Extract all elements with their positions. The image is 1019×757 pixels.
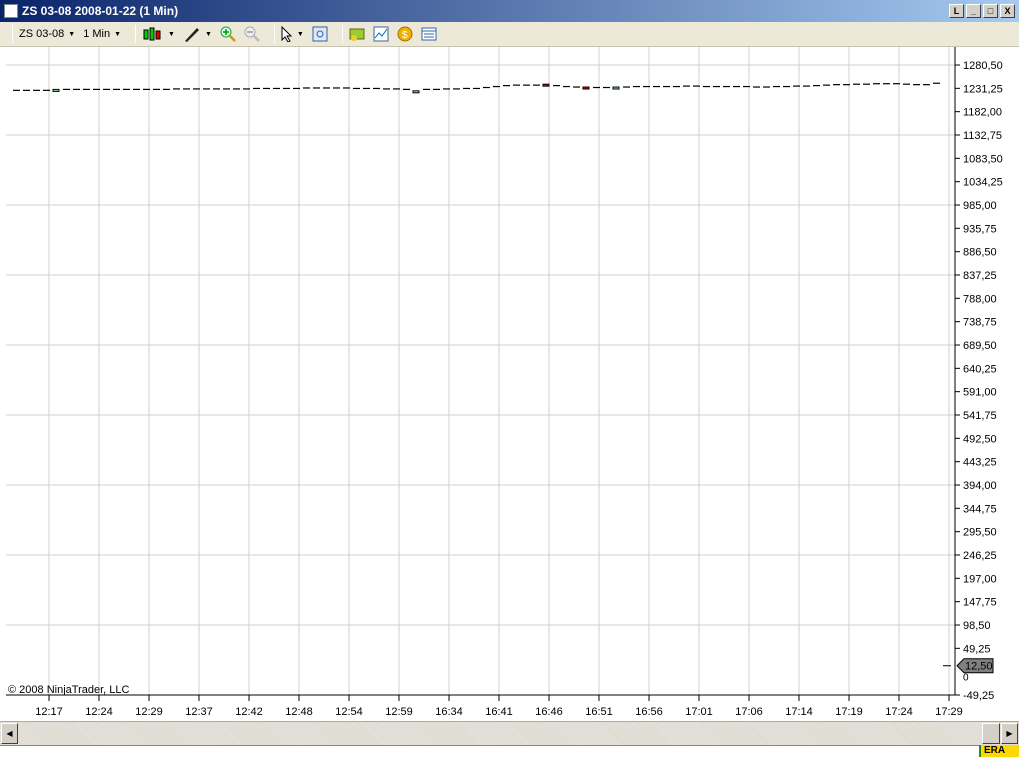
y-tick-label: 0 — [963, 673, 969, 684]
y-tick-label: 1280,50 — [963, 60, 1003, 72]
x-tick-label: 12:29 — [135, 706, 163, 718]
chevron-down-icon: ▼ — [68, 30, 76, 38]
window-title: ZS 03-08 2008-01-22 (1 Min) — [22, 4, 179, 18]
y-tick-label: 591,00 — [963, 387, 997, 399]
properties-icon[interactable] — [421, 26, 437, 42]
x-tick-label: 16:46 — [535, 706, 563, 718]
chart-app-icon — [4, 4, 18, 18]
y-tick-label: 147,75 — [963, 597, 997, 609]
y-tick-label: 1182,00 — [963, 107, 1002, 119]
x-tick-label: 12:37 — [185, 706, 213, 718]
bottom-strip — [0, 745, 1019, 757]
x-tick-label: 12:24 — [85, 706, 113, 718]
y-tick-label: 295,50 — [963, 527, 997, 539]
link-button[interactable]: L — [949, 4, 964, 18]
scroll-left-button[interactable]: ◀ — [1, 723, 18, 744]
y-tick-label: 1083,50 — [963, 153, 1003, 165]
minimize-button[interactable]: _ — [966, 4, 981, 18]
interval-label: 1 Min — [83, 28, 111, 40]
orders-icon[interactable]: $ — [397, 26, 413, 42]
title-bar: ZS 03-08 2008-01-22 (1 Min) L _ □ X — [0, 0, 1019, 22]
x-tick-label: 16:41 — [485, 706, 513, 718]
y-tick-label: 640,25 — [963, 363, 997, 375]
y-tick-label: 49,25 — [963, 643, 991, 655]
x-tick-label: 12:54 — [335, 706, 363, 718]
candle — [612, 86, 620, 90]
candle — [412, 90, 420, 94]
toolbar-grip[interactable] — [12, 25, 13, 43]
y-tick-label: 1034,25 — [963, 177, 1003, 189]
y-tick-label: -49,25 — [963, 690, 994, 702]
chart-toolbar: ZS 03-08 ▼ 1 Min ▼ ▼ ▼ ▼ $ — [0, 22, 1019, 47]
x-tick-label: 16:51 — [585, 706, 613, 718]
chevron-down-icon: ▼ — [114, 30, 122, 38]
y-tick-label: 788,00 — [963, 293, 997, 305]
interval-selector[interactable]: 1 Min ▼ — [83, 24, 121, 44]
y-tick-label: 98,50 — [963, 620, 991, 632]
candle — [542, 83, 550, 87]
y-tick-label: 443,25 — [963, 457, 997, 469]
x-tick-label: 12:17 — [35, 706, 63, 718]
x-tick-label: 17:19 — [835, 706, 863, 718]
y-tick-label: 1231,25 — [963, 83, 1003, 95]
close-button[interactable]: X — [1000, 4, 1015, 18]
y-tick-label: 985,00 — [963, 200, 997, 212]
x-tick-label: 12:42 — [235, 706, 263, 718]
pointer-icon — [281, 26, 293, 42]
x-tick-label: 16:34 — [435, 706, 463, 718]
drawing-tool-icon — [184, 28, 199, 42]
x-tick-label: 16:56 — [635, 706, 663, 718]
instrument-selector[interactable]: ZS 03-08 ▼ — [19, 24, 75, 44]
y-tick-label: 886,50 — [963, 247, 997, 259]
pointer-button[interactable]: ▼ — [281, 24, 304, 44]
x-tick-label: 17:01 — [685, 706, 713, 718]
y-tick-label: 935,75 — [963, 223, 997, 235]
y-tick-label: 738,75 — [963, 317, 997, 329]
y-tick-label: 689,50 — [963, 340, 997, 352]
price-chart[interactable]: 1280,50 1231,25 1182,00 1132,75 1083,50 1034,… — [0, 47, 1019, 721]
y-tick-label: 197,00 — [963, 573, 997, 585]
y-tick-label: 1132,75 — [963, 130, 1002, 142]
indicators-icon[interactable] — [349, 26, 365, 42]
y-tick-label: 344,75 — [963, 503, 997, 515]
x-tick-label: 17:29 — [935, 706, 963, 718]
zoom-out-icon[interactable] — [244, 26, 260, 42]
scroll-thumb[interactable] — [982, 723, 1000, 744]
y-tick-label: 246,25 — [963, 550, 997, 562]
drawing-tool-button[interactable]: ▼ — [183, 24, 212, 44]
svg-text:$: $ — [402, 30, 408, 41]
price-marker-label: 12,50 — [965, 661, 993, 673]
data-box-icon[interactable] — [312, 26, 328, 42]
copyright-text: © 2008 NinjaTrader, LLC — [8, 684, 130, 696]
horizontal-scrollbar[interactable]: ◀ ▶ — [0, 721, 1019, 745]
maximize-button[interactable]: □ — [983, 4, 998, 18]
chart-canvas[interactable]: 1280,50 1231,25 1182,00 1132,75 1083,50 1034,… — [0, 47, 1019, 721]
chart-style-icon — [143, 27, 161, 41]
y-tick-label: 394,00 — [963, 480, 997, 492]
y-tick-label: 492,50 — [963, 433, 997, 445]
y-tick-label: 541,75 — [963, 410, 997, 422]
x-tick-label: 12:59 — [385, 706, 413, 718]
strategies-icon[interactable] — [373, 26, 389, 42]
zoom-in-icon[interactable] — [220, 26, 236, 42]
x-tick-label: 17:24 — [885, 706, 913, 718]
scroll-right-button[interactable]: ▶ — [1001, 723, 1018, 744]
instrument-label: ZS 03-08 — [19, 28, 65, 40]
y-tick-label: 837,25 — [963, 270, 997, 282]
chart-style-button[interactable]: ▼ — [142, 24, 175, 44]
taskbar-item[interactable]: ERA — [979, 745, 1019, 757]
candle — [582, 86, 590, 90]
x-tick-label: 17:14 — [785, 706, 813, 718]
x-tick-label: 17:06 — [735, 706, 763, 718]
candle — [52, 88, 60, 92]
x-tick-label: 12:48 — [285, 706, 313, 718]
